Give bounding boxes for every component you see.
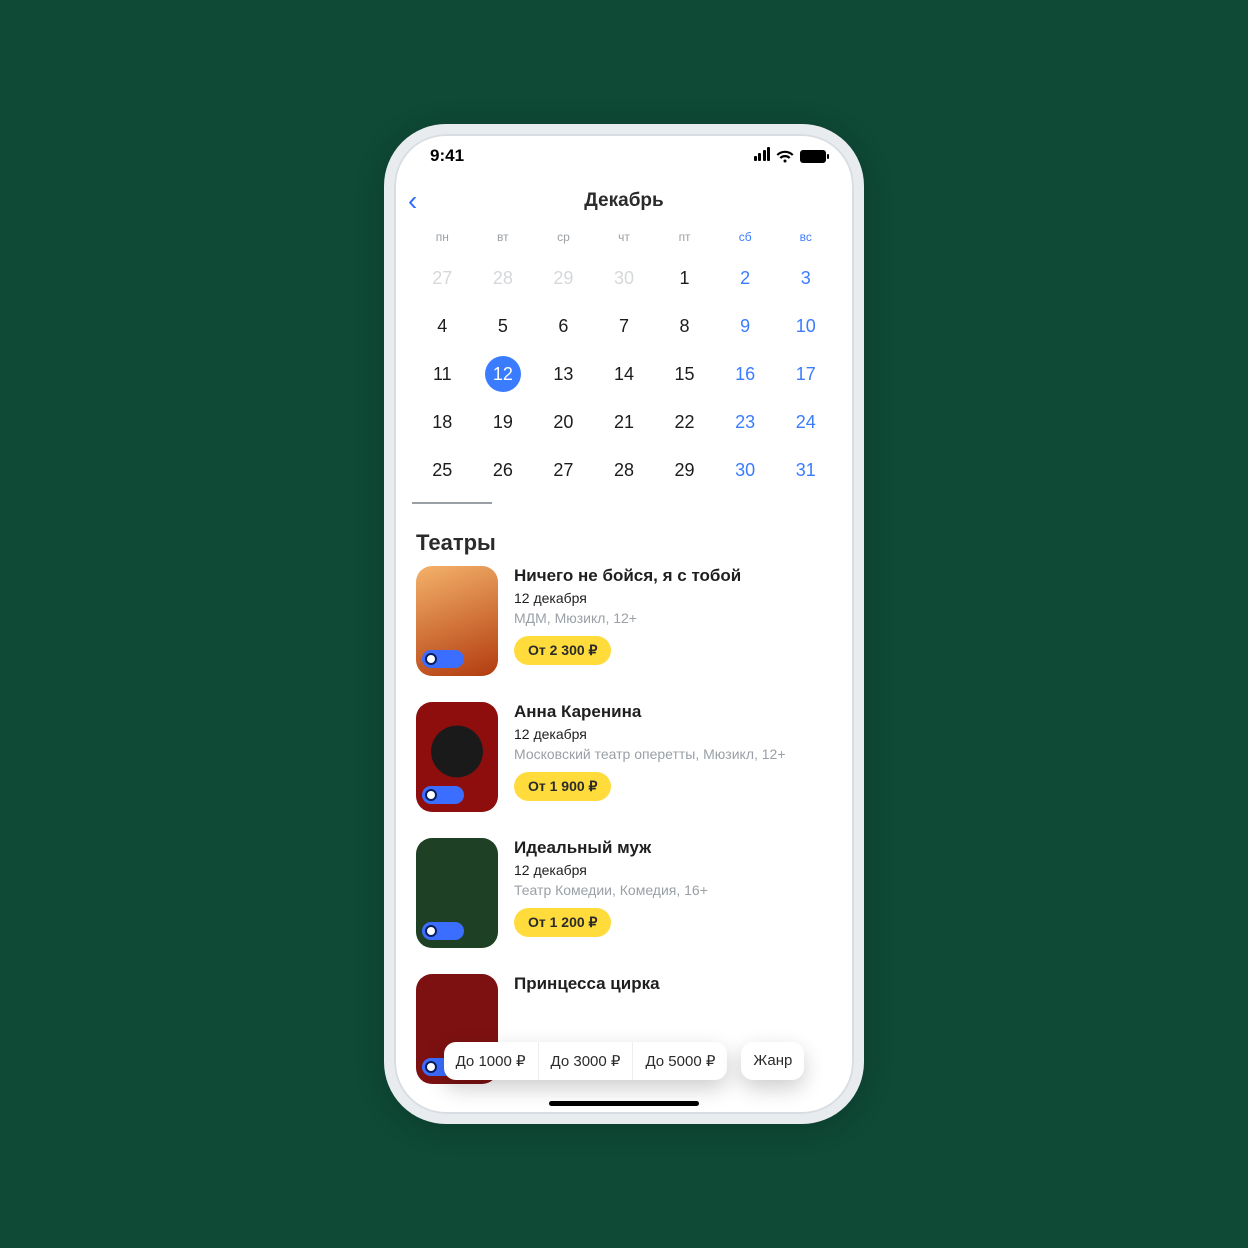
calendar-day[interactable]: 28 [594,446,655,494]
calendar-day[interactable]: 16 [715,350,776,398]
calendar-day[interactable]: 26 [473,446,534,494]
event-title: Анна Каренина [514,702,786,722]
dow-label: ср [533,230,594,254]
calendar-day[interactable]: 29 [533,254,594,302]
calendar-day[interactable]: 8 [654,302,715,350]
calendar-day[interactable]: 14 [594,350,655,398]
calendar-day[interactable]: 11 [412,350,473,398]
calendar: пнвтсрчтптсбвс 2728293012345678910111213… [394,224,854,494]
calendar-day[interactable]: 4 [412,302,473,350]
calendar-day[interactable]: 22 [654,398,715,446]
calendar-day[interactable]: 21 [594,398,655,446]
calendar-day[interactable]: 19 [473,398,534,446]
calendar-day[interactable]: 20 [533,398,594,446]
page-title: Декабрь [394,190,854,212]
battery-icon [800,150,826,163]
calendar-day[interactable]: 30 [594,254,655,302]
event-price[interactable]: От 1 900 ₽ [514,772,611,801]
dow-label: пн [412,230,473,254]
calendar-day[interactable]: 28 [473,254,534,302]
calendar-day[interactable]: 10 [775,302,836,350]
calendar-day[interactable]: 3 [775,254,836,302]
dow-label: пт [654,230,715,254]
event-thumbnail [416,702,498,812]
calendar-day[interactable]: 23 [715,398,776,446]
status-time: 9:41 [430,146,464,166]
filter-genre[interactable]: Жанр [741,1042,804,1080]
wifi-icon [776,150,794,163]
calendar-day[interactable]: 13 [533,350,594,398]
calendar-day[interactable]: 6 [533,302,594,350]
calendar-day[interactable]: 5 [473,302,534,350]
cellular-icon [752,146,770,166]
event-thumbnail [416,566,498,676]
pushkin-card-icon [422,922,464,940]
pushkin-card-icon [422,786,464,804]
dow-label: чт [594,230,655,254]
home-indicator [549,1101,699,1106]
event-price[interactable]: От 1 200 ₽ [514,908,611,937]
calendar-day[interactable]: 17 [775,350,836,398]
calendar-day[interactable]: 29 [654,446,715,494]
calendar-day[interactable]: 1 [654,254,715,302]
price-filter-group: До 1000 ₽ До 3000 ₽ До 5000 ₽ [444,1042,728,1080]
event-date: 12 декабря [514,862,708,878]
dow-label: сб [715,230,776,254]
event-date: 12 декабря [514,590,741,606]
calendar-day[interactable]: 27 [533,446,594,494]
event-card[interactable]: Идеальный муж 12 декабря Театр Комедии, Ко… [416,838,832,948]
event-title: Идеальный муж [514,838,708,858]
event-meta: Московский театр оперетты, Мюзикл, 12+ [514,746,786,762]
calendar-day[interactable]: 25 [412,446,473,494]
calendar-day[interactable]: 27 [412,254,473,302]
dow-label: вс [775,230,836,254]
event-date: 12 декабря [514,726,786,742]
calendar-day[interactable]: 18 [412,398,473,446]
calendar-day[interactable]: 30 [715,446,776,494]
calendar-day[interactable]: 24 [775,398,836,446]
calendar-day[interactable]: 15 [654,350,715,398]
calendar-day[interactable]: 31 [775,446,836,494]
phone-frame: 9:41 ‹ Декабрь пнвтсрчтптсбвс 2728293012… [384,124,864,1124]
dow-label: вт [473,230,534,254]
pushkin-card-icon [422,650,464,668]
event-title: Принцесса цирка [514,974,660,994]
event-card[interactable]: Ничего не бойся, я с тобой 12 декабря МДМ,… [416,566,832,676]
calendar-day[interactable]: 12 [473,350,534,398]
calendar-day[interactable]: 9 [715,302,776,350]
event-meta: МДМ, Мюзикл, 12+ [514,610,741,626]
filter-price-1000[interactable]: До 1000 ₽ [444,1042,539,1080]
filter-price-5000[interactable]: До 5000 ₽ [633,1042,727,1080]
event-meta: Театр Комедии, Комедия, 16+ [514,882,708,898]
event-title: Ничего не бойся, я с тобой [514,566,741,586]
filter-bar: До 1000 ₽ До 3000 ₽ До 5000 ₽ Жанр [394,1042,854,1080]
event-thumbnail [416,838,498,948]
event-price[interactable]: От 2 300 ₽ [514,636,611,665]
status-bar: 9:41 [394,134,854,178]
filter-price-3000[interactable]: До 3000 ₽ [539,1042,634,1080]
section-title: Театры [394,504,854,566]
calendar-day[interactable]: 2 [715,254,776,302]
event-card[interactable]: Анна Каренина 12 декабря Московский театр … [416,702,832,812]
calendar-day[interactable]: 7 [594,302,655,350]
